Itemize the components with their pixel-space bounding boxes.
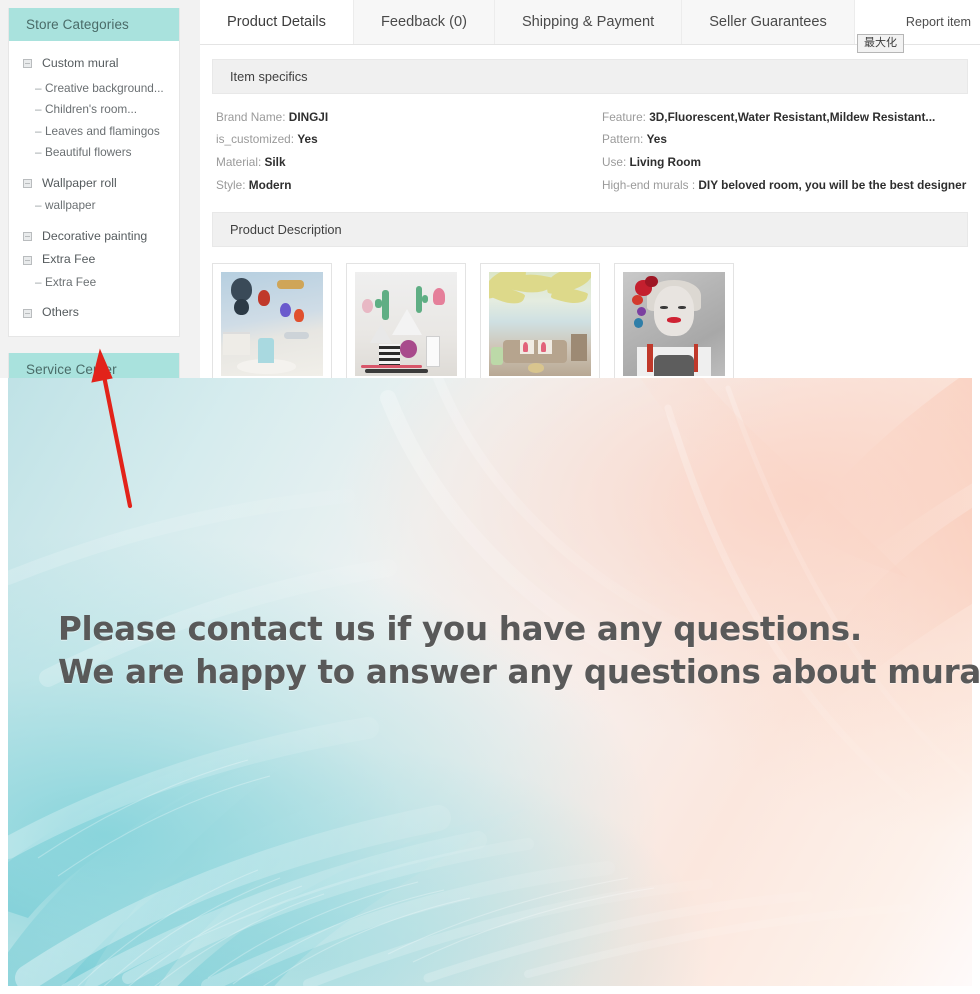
sidebar-subitem-wallpaper[interactable]: wallpaper (9, 195, 179, 217)
item-specifics-header: Item specifics (212, 59, 968, 94)
thumbnail-image-palm-leaves (489, 271, 591, 376)
spec-row: Pattern: Yes (602, 129, 968, 152)
box-icon (23, 179, 32, 189)
banner-message: Please contact us if you have any questi… (58, 608, 980, 694)
store-categories-panel: Store Categories Custom mural Creative b… (8, 8, 180, 337)
sidebar-item-others[interactable]: Others (9, 301, 179, 325)
sidebar-item-label: Others (42, 305, 79, 320)
box-icon (23, 59, 32, 69)
banner-line-1: Please contact us if you have any questi… (58, 610, 862, 648)
spec-key: Pattern: (602, 132, 644, 147)
spec-row: Brand Name: DINGJI (216, 106, 590, 129)
sidebar-subitem-creative-background[interactable]: Creative background... (9, 78, 179, 100)
item-specifics-column-left: Brand Name: DINGJI is_customized: Yes Ma… (212, 106, 590, 198)
main-content-panel: Product Details Feedback (0) Shipping & … (200, 0, 980, 385)
report-item-link[interactable]: Report item (905, 0, 980, 44)
sidebar-subitem-beautiful-flowers[interactable]: Beautiful flowers (9, 142, 179, 164)
spec-value: Silk (264, 155, 286, 170)
spec-value: Modern (248, 178, 292, 193)
sidebar-item-wallpaper-roll[interactable]: Wallpaper roll (9, 172, 179, 196)
tab-seller-guarantees[interactable]: Seller Guarantees (682, 0, 855, 44)
spec-row: Style: Modern (216, 175, 590, 198)
store-categories-header: Store Categories (9, 8, 179, 41)
tab-shipping-payment[interactable]: Shipping & Payment (494, 0, 683, 44)
banner-line-2: We are happy to answer any questions abo… (58, 652, 980, 691)
tab-feedback[interactable]: Feedback (0) (353, 0, 495, 44)
spec-key: is_customized: (216, 132, 295, 147)
page-top-section: Store Categories Custom mural Creative b… (0, 0, 980, 422)
tab-product-details[interactable]: Product Details (200, 0, 354, 44)
sidebar-item-decorative-painting[interactable]: Decorative painting (9, 225, 179, 249)
spec-key: Material: (216, 155, 262, 170)
spec-key: Brand Name: (216, 109, 286, 124)
item-specifics-column-right: Feature: 3D,Fluorescent,Water Resistant,… (590, 106, 968, 198)
spec-value: Living Room (629, 155, 701, 170)
box-icon (23, 232, 32, 242)
spec-value: Yes (297, 132, 318, 147)
sidebar-item-extra-fee[interactable]: Extra Fee (9, 248, 179, 272)
spec-value: 3D,Fluorescent,Water Resistant,Mildew Re… (649, 109, 936, 124)
spec-key: Feature: (602, 109, 646, 124)
spec-value: Yes (646, 132, 667, 147)
spec-row: Material: Silk (216, 152, 590, 175)
maximize-tooltip: 最大化 (857, 34, 904, 53)
box-icon (23, 255, 32, 265)
thumbnail-image-marilyn-monroe (623, 271, 725, 376)
sidebar-item-custom-mural[interactable]: Custom mural (9, 50, 179, 78)
spec-row: Use: Living Room (602, 152, 968, 175)
spec-key: Use: (602, 155, 627, 170)
spec-row: is_customized: Yes (216, 129, 590, 152)
product-image-gallery (212, 262, 968, 385)
product-thumbnail[interactable] (480, 262, 600, 385)
spec-value: DIY beloved room, you will be the best d… (698, 178, 967, 193)
spec-row: Feature: 3D,Fluorescent,Water Resistant,… (602, 106, 968, 129)
sidebar-item-label: Decorative painting (42, 228, 148, 243)
sidebar: Store Categories Custom mural Creative b… (8, 8, 180, 438)
box-icon (23, 308, 32, 318)
sidebar-subitem-extra-fee[interactable]: Extra Fee (9, 272, 179, 294)
item-specifics-table: Brand Name: DINGJI is_customized: Yes Ma… (212, 94, 968, 198)
spec-key: Style: (216, 178, 246, 193)
spec-row: High-end murals : DIY beloved room, you … (602, 175, 968, 198)
thumbnail-image-cactus-desk (355, 271, 457, 376)
sidebar-item-label: Extra Fee (42, 252, 96, 267)
page-bottom-strip (0, 986, 980, 994)
sidebar-subitem-childrens-room[interactable]: Children's room... (9, 99, 179, 121)
sidebar-subitem-leaves-and-flamingos[interactable]: Leaves and flamingos (9, 121, 179, 143)
product-thumbnail[interactable] (212, 262, 332, 385)
store-categories-list: Custom mural Creative background... Chil… (9, 41, 179, 336)
spec-key: High-end murals : (602, 178, 696, 193)
sidebar-item-label: Custom mural (42, 56, 119, 70)
product-thumbnail[interactable] (346, 262, 466, 385)
sidebar-item-label: Wallpaper roll (42, 175, 117, 190)
thumbnail-image-kids-room (221, 271, 323, 376)
product-description-header: Product Description (212, 211, 968, 247)
spec-value: DINGJI (288, 109, 329, 124)
product-thumbnail[interactable] (614, 262, 734, 385)
